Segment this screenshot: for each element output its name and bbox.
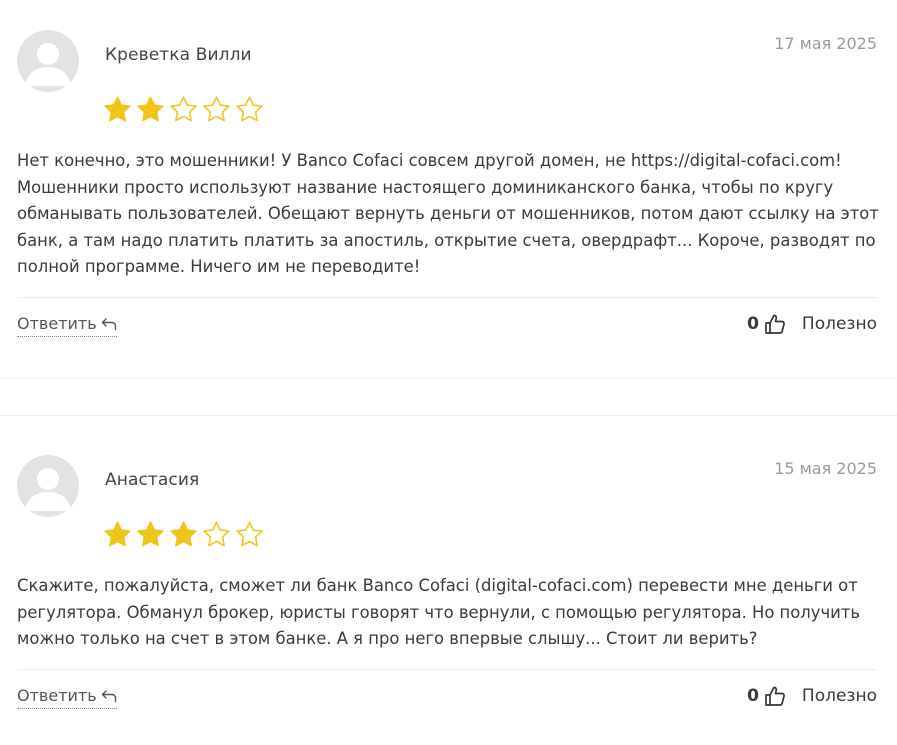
review-separator	[0, 378, 897, 379]
star-empty-icon	[203, 521, 230, 547]
star-empty-icon	[203, 96, 230, 122]
star-filled-icon	[104, 96, 131, 122]
star-rating	[103, 95, 264, 124]
review-author: Креветка Вилли	[105, 45, 252, 65]
reply-arrow-icon	[101, 689, 116, 702]
review-date: 15 мая 2025	[774, 459, 877, 478]
thumbs-up-icon[interactable]	[763, 312, 787, 336]
star-filled-icon	[137, 96, 164, 122]
star-empty-icon	[236, 96, 263, 122]
star-filled-icon	[170, 521, 197, 547]
star-empty-icon	[170, 96, 197, 122]
review-date: 17 мая 2025	[774, 34, 877, 53]
helpful-button[interactable]: Полезно	[802, 686, 877, 706]
helpful-button[interactable]: Полезно	[802, 314, 877, 334]
star-rating	[103, 520, 264, 549]
user-silhouette-icon	[25, 468, 71, 511]
user-silhouette-icon	[25, 43, 71, 86]
review-author: Анастасия	[105, 470, 200, 490]
avatar	[17, 455, 79, 517]
reply-button[interactable]: Ответить	[17, 314, 117, 337]
helpful-count: 0	[747, 686, 759, 706]
thumbs-up-icon[interactable]	[763, 684, 787, 708]
divider	[17, 669, 877, 670]
helpful-block: 0 Полезно	[747, 684, 877, 708]
helpful-count: 0	[747, 314, 759, 334]
avatar	[17, 30, 79, 92]
reply-button[interactable]: Ответить	[17, 686, 117, 709]
divider	[17, 297, 877, 298]
review-text: Скажите, пожалуйста, сможет ли банк Banc…	[17, 576, 861, 648]
star-empty-icon	[236, 521, 263, 547]
reply-label: Ответить	[17, 314, 97, 333]
reply-arrow-icon	[101, 317, 116, 330]
star-filled-icon	[137, 521, 164, 547]
reply-label: Ответить	[17, 686, 97, 705]
helpful-block: 0 Полезно	[747, 312, 877, 336]
review-text: Нет конечно, это мошенники! У Banco Cofa…	[17, 151, 879, 276]
star-filled-icon	[104, 521, 131, 547]
review-separator	[0, 415, 897, 416]
